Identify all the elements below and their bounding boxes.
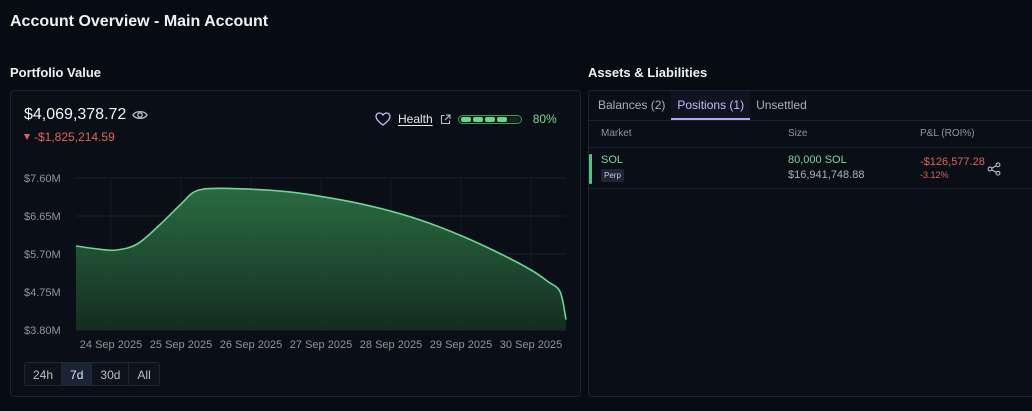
position-market: SOL	[601, 154, 624, 166]
column-header-market: Market	[601, 128, 632, 139]
x-tick-label: 26 Sep 2025	[220, 339, 282, 351]
x-tick-label: 27 Sep 2025	[290, 339, 352, 351]
column-header-pnl: P&L (ROI%)	[920, 128, 975, 139]
portfolio-chart: $7.60M $6.65M $5.70M $4.75M $3.80M 24 Sep 20…	[24, 173, 567, 351]
x-tick-label: 25 Sep 2025	[150, 339, 212, 351]
range-button-30d[interactable]: 30d	[92, 363, 130, 385]
y-tick-label: $5.70M	[24, 249, 61, 261]
column-header-size: Size	[788, 128, 808, 139]
position-pnl: -$126,577.28	[920, 156, 985, 168]
assets-tabs: Balances (2) Positions (1) Unsettled	[589, 91, 1032, 121]
y-tick-label: $3.80M	[24, 325, 61, 337]
portfolio-section-title: Portfolio Value	[10, 65, 102, 80]
y-tick-label: $6.65M	[24, 211, 61, 223]
position-size: 80,000 SOL	[788, 154, 847, 166]
share-icon[interactable]	[987, 162, 1001, 176]
portfolio-panel: $4,069,378.72 -$1,825,214.59 Health 80%	[10, 90, 581, 397]
tab-positions[interactable]: Positions (1)	[671, 91, 751, 120]
chart-area-fill	[76, 188, 566, 330]
x-tick-label: 30 Sep 2025	[500, 339, 562, 351]
x-tick-label: 28 Sep 2025	[360, 339, 422, 351]
tab-unsettled[interactable]: Unsettled	[750, 91, 813, 120]
x-tick-label: 29 Sep 2025	[430, 339, 492, 351]
range-button-7d[interactable]: 7d	[62, 363, 93, 385]
y-tick-label: $7.60M	[24, 173, 61, 185]
position-row[interactable]: SOL Perp 80,000 SOL $16,941,748.88 -$126…	[589, 147, 1032, 189]
page-title: Account Overview - Main Account	[10, 13, 269, 30]
assets-section-title: Assets & Liabilities	[588, 65, 708, 80]
range-button-24h[interactable]: 24h	[25, 363, 63, 385]
y-tick-label: $4.75M	[24, 287, 61, 299]
position-notional: $16,941,748.88	[788, 169, 865, 181]
range-button-all[interactable]: All	[129, 363, 159, 385]
assets-panel: Balances (2) Positions (1) Unsettled Mar…	[588, 90, 1032, 397]
position-type-badge: Perp	[601, 169, 624, 182]
tab-balances[interactable]: Balances (2)	[592, 91, 671, 120]
position-roi: -3.12%	[920, 170, 949, 180]
range-selector: 24h 7d 30d All	[24, 362, 160, 386]
x-tick-label: 24 Sep 2025	[80, 339, 142, 351]
position-accent-bar	[589, 154, 592, 184]
